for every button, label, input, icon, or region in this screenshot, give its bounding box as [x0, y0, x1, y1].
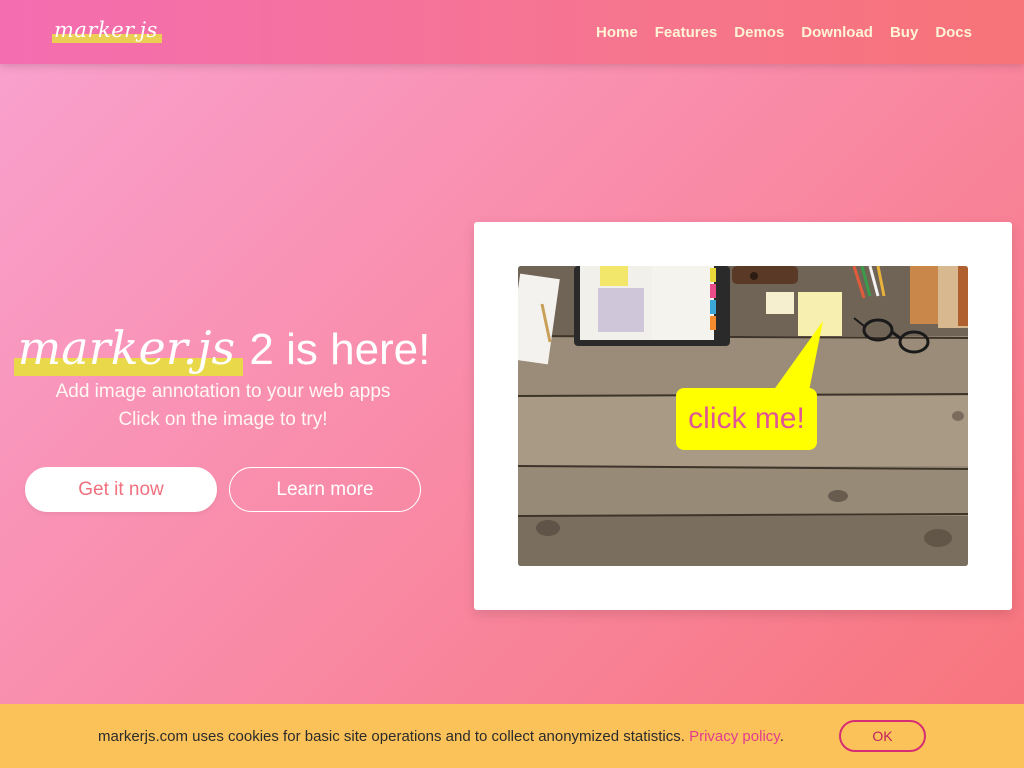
hero-title-rest: 2 is here!: [237, 325, 431, 374]
cookie-message-suffix: .: [779, 727, 784, 745]
nav-features-link[interactable]: Features: [655, 20, 718, 45]
cookie-banner: markerjs.com uses cookies for basic site…: [0, 704, 1024, 768]
hero-section: marker.js 2 is here! Add image annotatio…: [0, 320, 446, 434]
cookie-message-text: markerjs.com uses cookies for basic site…: [98, 727, 690, 745]
hero-subtitle-line2: Click on the image to try!: [118, 409, 328, 430]
demo-image-frame: click me!: [474, 222, 1012, 610]
nav-demos-link[interactable]: Demos: [734, 20, 784, 45]
nav-buy-link[interactable]: Buy: [890, 20, 918, 45]
desk-photo[interactable]: click me!: [518, 266, 968, 566]
nav-download-link[interactable]: Download: [801, 20, 873, 45]
get-it-now-button[interactable]: Get it now: [25, 467, 217, 512]
top-navbar: marker.js Home Features Demos Download B…: [0, 0, 1024, 64]
main-nav: Home Features Demos Download Buy Docs: [579, 20, 972, 45]
hero-subtitle-line1: Add image annotation to your web apps: [55, 381, 391, 402]
brand-logo[interactable]: marker.js: [52, 16, 162, 44]
click-me-callout[interactable]: click me!: [676, 388, 817, 450]
cookie-message: markerjs.com uses cookies for basic site…: [98, 728, 784, 745]
hero-title: marker.js 2 is here!: [0, 320, 446, 378]
nav-home-link[interactable]: Home: [596, 20, 638, 45]
nav-docs-link[interactable]: Docs: [935, 20, 972, 45]
privacy-policy-link[interactable]: Privacy policy: [689, 728, 780, 745]
learn-more-button[interactable]: Learn more: [229, 467, 421, 512]
hero-buttons: Get it now Learn more: [25, 467, 421, 512]
brand-logo-text: marker.js: [54, 18, 158, 42]
hero-title-brand: marker.js: [13, 320, 244, 376]
cookie-ok-button[interactable]: OK: [839, 720, 926, 752]
